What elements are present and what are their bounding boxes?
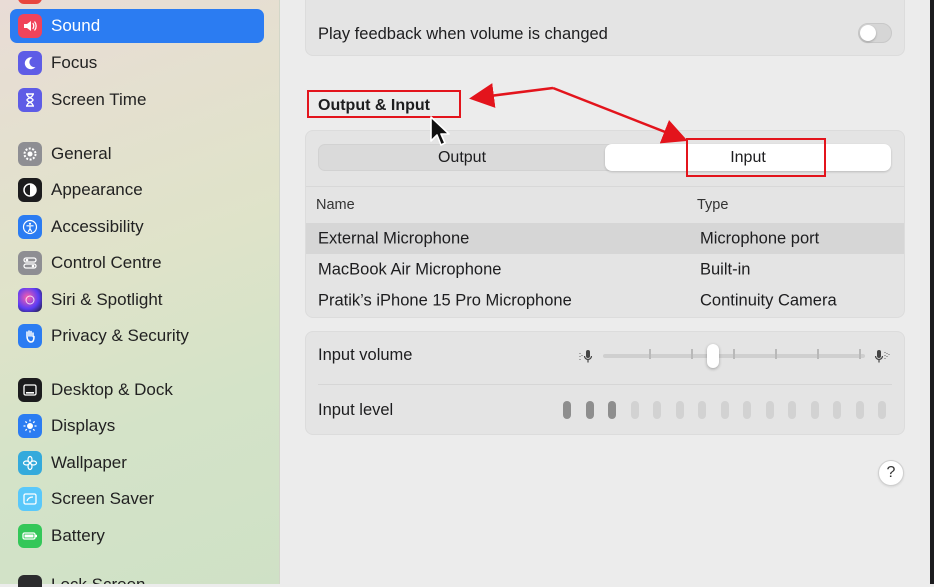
level-segment	[810, 401, 819, 419]
table-row[interactable]: External Microphone Microphone port	[306, 223, 904, 254]
slider-tick	[733, 349, 735, 359]
toggle-knob	[860, 25, 876, 41]
sidebar-item-control-centre[interactable]: Control Centre	[10, 246, 264, 280]
level-segment	[765, 401, 774, 419]
sidebar-item-screen-saver[interactable]: Screen Saver	[10, 482, 264, 516]
sidebar-item-battery[interactable]: Battery	[10, 519, 264, 553]
hourglass-icon	[18, 88, 42, 112]
sidebar-item-label: Accessibility	[51, 217, 144, 236]
feedback-label: Play feedback when volume is changed	[318, 25, 608, 43]
column-header-type[interactable]: Type	[697, 197, 728, 213]
input-level-label: Input level	[318, 401, 394, 419]
input-volume-label: Input volume	[318, 346, 413, 364]
battery-icon	[18, 524, 42, 548]
sidebar-item-sound[interactable]: Sound	[10, 9, 264, 43]
hand-icon	[18, 324, 42, 348]
sidebar-item-focus[interactable]: Focus	[10, 46, 264, 80]
device-name: MacBook Air Microphone	[318, 260, 502, 278]
sidebar-item-displays[interactable]: Displays	[10, 409, 264, 443]
sidebar-item-label: Wallpaper	[51, 453, 127, 472]
device-type: Microphone port	[700, 229, 820, 247]
sidebar-item-desktop-dock[interactable]: Desktop & Dock	[10, 373, 264, 407]
sidebar-partial-icon	[18, 0, 42, 4]
sun-icon	[18, 414, 42, 438]
flower-icon	[18, 451, 42, 475]
window-edge	[930, 0, 934, 584]
slider-tick	[775, 349, 777, 359]
mic-low-icon	[578, 347, 596, 370]
level-segment	[563, 401, 571, 419]
sidebar-item-label: Sound	[51, 16, 101, 35]
level-segment	[788, 401, 796, 419]
table-row[interactable]: MacBook Air Microphone Built-in	[306, 254, 904, 285]
speaker-icon	[18, 14, 42, 38]
level-segment	[675, 401, 684, 419]
sidebar-item-label: Siri & Spotlight	[51, 290, 163, 309]
screensaver-icon	[18, 487, 42, 511]
gear-icon	[18, 142, 42, 166]
control-centre-icon	[18, 251, 42, 275]
column-header-name[interactable]: Name	[316, 197, 355, 213]
level-segment	[653, 401, 661, 419]
sidebar-item-label: Screen Time	[51, 90, 147, 109]
accessibility-icon	[18, 215, 42, 239]
sidebar-item-siri[interactable]: Siri & Spotlight	[10, 283, 264, 317]
sidebar-item-appearance[interactable]: Appearance	[10, 173, 264, 207]
sidebar-item-label: Screen Saver	[51, 489, 154, 508]
level-segment	[743, 401, 751, 419]
siri-icon	[18, 288, 42, 312]
device-type: Continuity Camera	[700, 291, 837, 309]
sidebar-item-screen-time[interactable]: Screen Time	[10, 83, 264, 117]
feedback-card: Play feedback when volume is changed	[305, 0, 905, 56]
sidebar-item-label: Focus	[51, 53, 98, 72]
level-segment	[878, 401, 886, 419]
sidebar-item-label: Privacy & Security	[51, 326, 189, 345]
help-button[interactable]: ?	[878, 460, 904, 486]
sidebar-item-label: General	[51, 144, 112, 163]
sidebar: Sound Focus Screen Time General Appearan…	[0, 0, 280, 587]
dock-icon	[18, 378, 42, 402]
mic-high-icon	[871, 347, 891, 370]
device-type: Built-in	[700, 260, 751, 278]
level-segment	[720, 401, 729, 419]
input-volume-slider-knob[interactable]	[707, 344, 720, 368]
feedback-toggle[interactable]	[858, 23, 892, 43]
slider-tick	[817, 349, 819, 359]
sidebar-item-lock-screen[interactable]: Lock Screen	[51, 576, 146, 584]
level-segment	[630, 401, 639, 419]
main-panel: Play feedback when volume is changed Out…	[280, 0, 934, 584]
table-row[interactable]: Pratik’s iPhone 15 Pro Microphone Contin…	[306, 285, 904, 316]
level-segment	[855, 401, 864, 419]
annotation-box-input-tab	[686, 138, 826, 177]
slider-tick	[859, 349, 861, 359]
moon-icon	[18, 51, 42, 75]
device-name: External Microphone	[318, 229, 470, 247]
level-segment	[585, 401, 594, 419]
appearance-icon	[18, 178, 42, 202]
divider	[318, 384, 892, 385]
sidebar-item-privacy[interactable]: Privacy & Security	[10, 319, 264, 353]
input-volume-card: Input volume Input level	[305, 331, 905, 435]
sidebar-item-label: Desktop & Dock	[51, 380, 173, 399]
level-segment	[608, 401, 616, 419]
tab-output[interactable]: Output	[319, 145, 605, 170]
level-segment	[698, 401, 706, 419]
sidebar-item-label: Battery	[51, 526, 105, 545]
slider-tick	[691, 349, 693, 359]
sidebar-item-general[interactable]: General	[10, 137, 264, 171]
lock-icon	[18, 575, 42, 587]
sidebar-item-label: Control Centre	[51, 253, 162, 272]
annotation-box-section-title	[307, 90, 461, 118]
slider-tick	[649, 349, 651, 359]
level-segment	[833, 401, 841, 419]
sidebar-item-label: Appearance	[51, 180, 143, 199]
sidebar-item-label: Displays	[51, 416, 116, 435]
device-name: Pratik’s iPhone 15 Pro Microphone	[318, 291, 572, 309]
table-header: Name Type	[306, 186, 904, 224]
sidebar-item-accessibility[interactable]: Accessibility	[10, 210, 264, 244]
sidebar-item-wallpaper[interactable]: Wallpaper	[10, 446, 264, 480]
